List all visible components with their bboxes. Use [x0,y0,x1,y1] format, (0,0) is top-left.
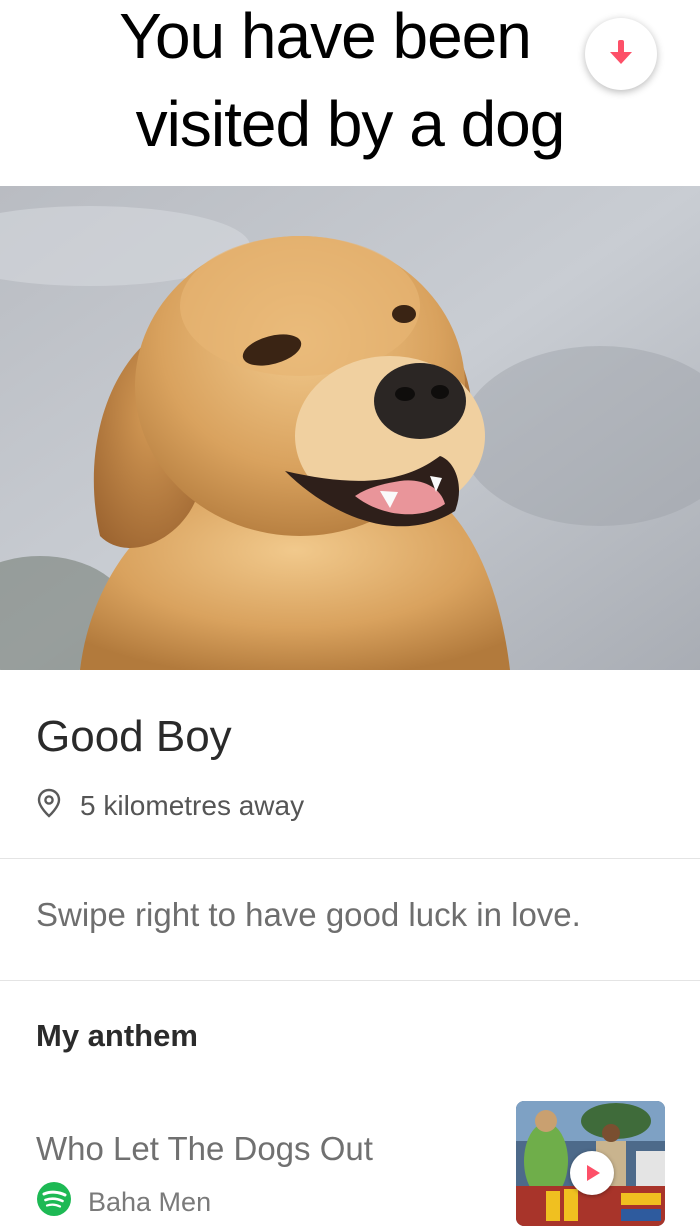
distance-text: 5 kilometres away [80,790,305,821]
anthem-artist-row: Baha Men [36,1181,212,1220]
distance-row: 5 kilometres away [36,788,304,824]
profile-photo[interactable] [0,186,700,670]
play-icon [581,1162,603,1184]
album-art[interactable] [516,1101,665,1226]
spotify-icon [36,1181,72,1224]
caption-line-2: visited by a dog [135,88,566,160]
location-pin-icon [36,788,62,825]
collapse-profile-button[interactable] [585,18,657,90]
section-divider [0,980,700,981]
anthem-heading: My anthem [36,1018,198,1053]
artist-name: Baha Men [88,1186,212,1217]
section-divider [0,858,700,859]
arrow-down-icon [608,37,634,72]
profile-name: Good Boy [36,712,232,761]
profile-bio: Swipe right to have good luck in love. [36,896,581,933]
play-button[interactable] [570,1151,614,1195]
anthem-song-title[interactable]: Who Let The Dogs Out [36,1130,373,1168]
